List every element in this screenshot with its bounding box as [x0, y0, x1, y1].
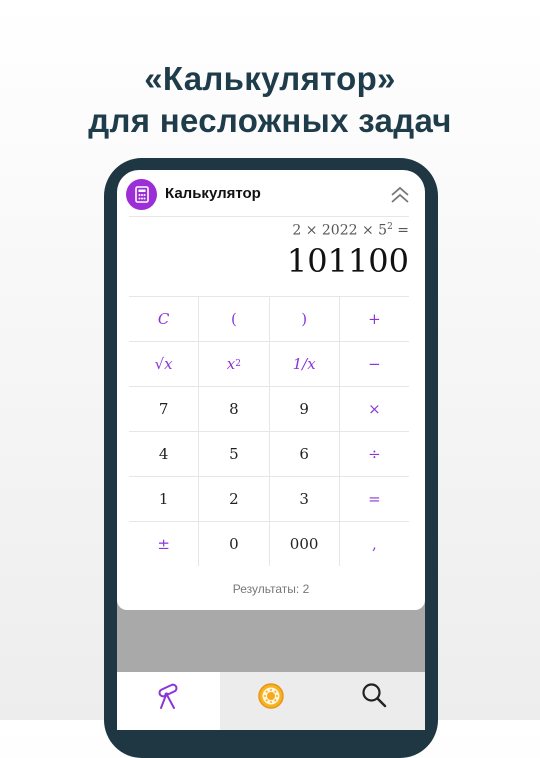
- expression-equals: =: [392, 222, 409, 239]
- app-title: Калькулятор: [165, 185, 261, 202]
- search-icon: [362, 683, 386, 708]
- square-key-base: x: [226, 355, 236, 373]
- keypad-row: 1 2 3 =: [129, 477, 409, 522]
- expression-base: 2 × 2022 × 5: [292, 222, 388, 239]
- equals-key[interactable]: =: [340, 477, 409, 521]
- keypad-row: ± 0 000 ,: [129, 522, 409, 566]
- calculator-icon: [126, 179, 157, 210]
- sun-icon: [258, 683, 284, 709]
- digit-5-key[interactable]: 5: [199, 432, 270, 476]
- calculator-card: Калькулятор 2 × 2022 × 52 = 101100 C ( )…: [117, 170, 425, 610]
- plus-minus-key[interactable]: ±: [129, 522, 200, 566]
- phone-screen: Калькулятор 2 × 2022 × 52 = 101100 C ( )…: [117, 170, 425, 730]
- square-key[interactable]: x2: [199, 342, 270, 386]
- card-header: Калькулятор: [117, 170, 425, 216]
- digit-9-key[interactable]: 9: [270, 387, 340, 431]
- digit-3-key[interactable]: 3: [270, 477, 340, 521]
- promo-title-line-1: «Калькулятор»: [144, 60, 396, 97]
- keypad: C ( ) + √x x2 1/x − 7 8 9 × 4 5 6 ÷ 1 2 …: [129, 296, 409, 566]
- multiply-key[interactable]: ×: [340, 387, 409, 431]
- result-display: 101100: [286, 242, 409, 280]
- nav-tab-sun[interactable]: [220, 672, 323, 730]
- keypad-row: 4 5 6 ÷: [129, 432, 409, 477]
- bottom-nav: [117, 672, 425, 730]
- clear-key[interactable]: C: [129, 297, 200, 341]
- digit-6-key[interactable]: 6: [270, 432, 340, 476]
- keypad-row: √x x2 1/x −: [129, 342, 409, 387]
- promo-title-line-2: для несложных задач: [88, 102, 452, 139]
- minus-key[interactable]: −: [340, 342, 409, 386]
- phone-frame: Калькулятор 2 × 2022 × 52 = 101100 C ( )…: [104, 158, 438, 758]
- square-key-exponent: 2: [235, 359, 241, 369]
- digit-4-key[interactable]: 4: [129, 432, 200, 476]
- digit-0-key[interactable]: 0: [199, 522, 270, 566]
- digit-7-key[interactable]: 7: [129, 387, 200, 431]
- keypad-row: 7 8 9 ×: [129, 387, 409, 432]
- nav-tab-search[interactable]: [322, 672, 425, 730]
- digit-2-key[interactable]: 2: [199, 477, 270, 521]
- reciprocal-key[interactable]: 1/x: [270, 342, 340, 386]
- sqrt-key[interactable]: √x: [129, 342, 200, 386]
- expression-display: 2 × 2022 × 52 =: [292, 222, 409, 239]
- header-divider: [129, 216, 409, 217]
- open-paren-key[interactable]: (: [199, 297, 270, 341]
- divide-key[interactable]: ÷: [340, 432, 409, 476]
- keypad-row: C ( ) +: [129, 297, 409, 342]
- plus-key[interactable]: +: [340, 297, 409, 341]
- triple-zero-key[interactable]: 000: [270, 522, 340, 566]
- decimal-comma-key[interactable]: ,: [340, 522, 409, 566]
- nav-tab-explore[interactable]: [117, 672, 220, 730]
- telescope-icon: [158, 683, 178, 709]
- results-count: Результаты: 2: [232, 582, 310, 596]
- collapse-button[interactable]: [389, 184, 411, 206]
- digit-8-key[interactable]: 8: [199, 387, 270, 431]
- close-paren-key[interactable]: ): [270, 297, 340, 341]
- double-chevron-up-icon: [391, 186, 409, 203]
- promo-title: «Калькулятор» для несложных задач: [0, 58, 540, 142]
- digit-1-key[interactable]: 1: [129, 477, 200, 521]
